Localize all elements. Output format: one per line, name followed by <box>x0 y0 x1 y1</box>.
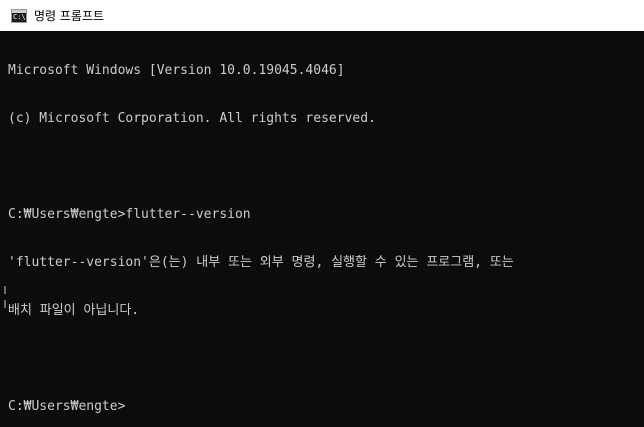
window-title: 명령 프롬프트 <box>34 9 105 23</box>
console-line-error-cont: 배치 파일이 아닙니다. <box>8 303 140 318</box>
console-line-blank-2 <box>8 351 638 367</box>
command-prompt-window: C:\ 명령 프롬프트 Microsoft Windows [Version 1… <box>0 0 644 427</box>
console-line-version: Microsoft Windows [Version 10.0.19045.40… <box>8 63 345 78</box>
console-prompt: C:₩Users₩engte> <box>8 399 126 414</box>
console-line-copyright: (c) Microsoft Corporation. All rights re… <box>8 111 376 126</box>
console-prompt-line[interactable]: C:₩Users₩engte> <box>8 399 638 415</box>
console-line-command: C:₩Users₩engte>flutter--version <box>8 207 251 222</box>
cmd-icon-text: C:\ <box>13 12 26 21</box>
window-edge-marks <box>0 286 8 316</box>
console-output[interactable]: Microsoft Windows [Version 10.0.19045.40… <box>8 31 638 427</box>
console-line-error: 'flutter--version'은(는) 내부 또는 외부 명령, 실행할 … <box>8 255 514 270</box>
title-bar[interactable]: C:\ 명령 프롬프트 <box>0 0 644 31</box>
cmd-icon[interactable]: C:\ <box>11 8 27 23</box>
